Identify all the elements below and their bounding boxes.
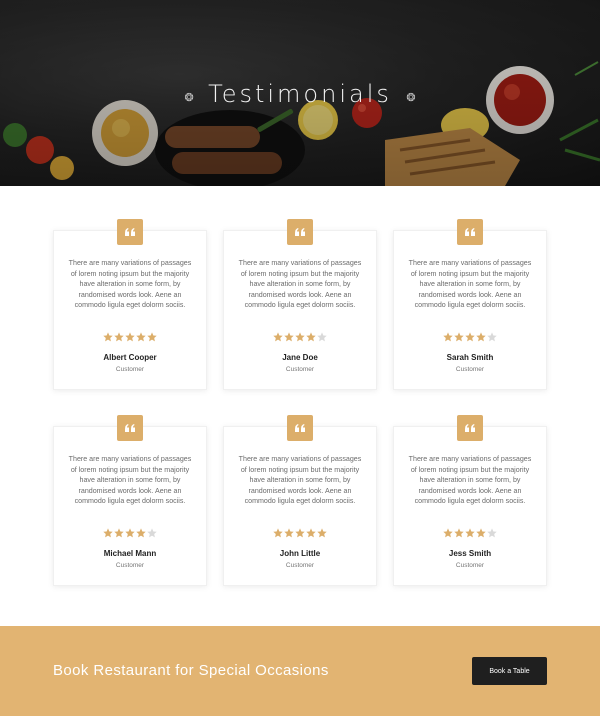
star-rating (394, 332, 546, 342)
star-rating (394, 528, 546, 538)
page-title: Testimonials (208, 80, 392, 108)
quote-icon (117, 415, 143, 441)
star-rating (54, 528, 206, 538)
testimonial-card: There are many variations of passages of… (393, 415, 547, 586)
star-empty-icon (487, 332, 498, 342)
testimonial-text: There are many variations of passages of… (238, 259, 362, 310)
star-rating (224, 332, 376, 342)
star-filled-icon (284, 528, 294, 538)
star-filled-icon (442, 332, 453, 342)
testimonial-text: There are many variations of passages of… (238, 455, 362, 506)
testimonial-card: There are many variations of passages of… (393, 219, 547, 390)
star-filled-icon (147, 332, 158, 342)
cta-heading: Book Restaurant for Special Occasions (53, 662, 329, 679)
customer-name: Jane Doe (282, 353, 318, 362)
star-filled-icon (317, 528, 328, 538)
star-filled-icon (476, 332, 486, 342)
customer-role: Customer (115, 562, 145, 569)
testimonial-text: There are many variations of passages of… (68, 259, 192, 310)
star-filled-icon (136, 332, 146, 342)
star-empty-icon (487, 528, 498, 538)
testimonial-card: There are many variations of passages of… (53, 219, 207, 390)
star-filled-icon (114, 332, 124, 342)
star-rating (224, 528, 376, 538)
star-filled-icon (102, 332, 113, 342)
quote-icon (457, 219, 483, 245)
testimonial-text: There are many variations of passages of… (408, 455, 532, 506)
star-rating (54, 332, 206, 342)
customer-role: Customer (285, 366, 315, 373)
customer-role: Customer (455, 366, 485, 373)
star-filled-icon (272, 332, 283, 342)
customer-name: Michael Mann (103, 549, 157, 558)
star-filled-icon (102, 528, 113, 538)
quote-icon (287, 219, 313, 245)
star-filled-icon (442, 528, 453, 538)
quote-icon (287, 415, 313, 441)
star-filled-icon (476, 528, 486, 538)
star-empty-icon (317, 332, 328, 342)
testimonial-text: There are many variations of passages of… (408, 259, 532, 310)
star-filled-icon (295, 332, 305, 342)
testimonial-card: There are many variations of passages of… (53, 415, 207, 586)
testimonial-card: There are many variations of passages of… (223, 415, 377, 586)
testimonial-text: There are many variations of passages of… (68, 455, 192, 506)
hero-title-row: ❂ Testimonials ❂ (0, 80, 600, 108)
customer-name: Jess Smith (448, 549, 492, 558)
customer-role: Customer (285, 562, 315, 569)
ornament-right-icon: ❂ (406, 92, 416, 105)
star-filled-icon (465, 332, 475, 342)
customer-name: Sarah Smith (446, 353, 494, 362)
quote-icon (457, 415, 483, 441)
star-filled-icon (125, 332, 135, 342)
star-filled-icon (454, 528, 464, 538)
star-filled-icon (306, 528, 316, 538)
customer-name: Albert Cooper (103, 353, 157, 362)
star-filled-icon (114, 528, 124, 538)
star-filled-icon (125, 528, 135, 538)
testimonial-card: There are many variations of passages of… (223, 219, 377, 390)
star-filled-icon (272, 528, 283, 538)
customer-role: Customer (455, 562, 485, 569)
customer-name: John Little (279, 549, 321, 558)
book-table-button[interactable]: Book a Table (472, 657, 547, 685)
star-filled-icon (454, 332, 464, 342)
hero-banner: ❂ Testimonials ❂ (0, 0, 600, 186)
booking-cta-banner: Book Restaurant for Special Occasions Bo… (0, 626, 600, 716)
star-filled-icon (295, 528, 305, 538)
star-filled-icon (136, 528, 146, 538)
star-filled-icon (465, 528, 475, 538)
star-filled-icon (284, 332, 294, 342)
star-filled-icon (306, 332, 316, 342)
quote-icon (117, 219, 143, 245)
ornament-left-icon: ❂ (184, 92, 194, 105)
star-empty-icon (147, 528, 158, 538)
customer-role: Customer (115, 366, 145, 373)
